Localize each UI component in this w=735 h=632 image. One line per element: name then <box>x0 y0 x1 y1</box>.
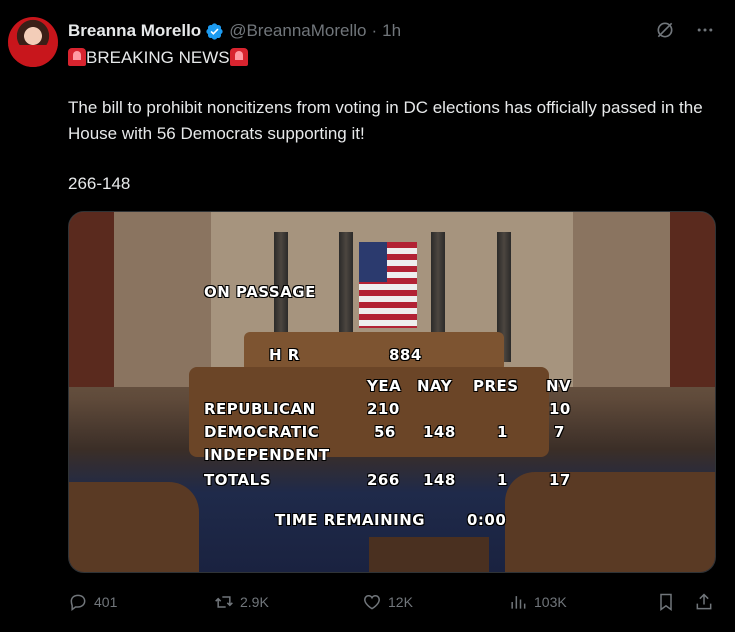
siren-icon <box>68 48 86 66</box>
tweet-header: Breanna Morello @BreannaMorello · 1h <box>68 19 401 43</box>
row-nay: 148 <box>423 471 456 489</box>
share-icon <box>696 593 712 610</box>
row-yea: 210 <box>367 400 400 418</box>
tweet[interactable]: Breanna Morello @BreannaMorello · 1h BRE… <box>0 0 735 632</box>
views-button[interactable]: 103K <box>508 588 567 616</box>
avatar[interactable] <box>8 17 58 67</box>
row-nv: 10 <box>549 400 571 418</box>
action-bar: 401 2.9K 12K 103K <box>68 588 718 616</box>
heart-icon <box>364 594 380 610</box>
row-party: REPUBLICAN <box>204 400 316 418</box>
verified-badge-icon <box>206 22 223 40</box>
view-count: 103K <box>534 594 567 610</box>
repost-button[interactable]: 2.9K <box>214 588 269 616</box>
grok-icon[interactable] <box>655 20 675 44</box>
time-remaining-label: TIME REMAINING <box>275 511 426 529</box>
time-remaining-value: 0:00 <box>467 511 507 529</box>
bookmark-icon <box>660 593 672 611</box>
repost-icon <box>215 596 233 608</box>
row-party: INDEPENDENT <box>204 446 330 464</box>
col-nay: NAY <box>417 377 453 395</box>
video-media[interactable]: ON PASSAGE H R 884 YEA NAY PRES NV REPUB… <box>68 211 716 573</box>
reply-icon <box>70 594 86 611</box>
reply-count: 401 <box>94 594 118 610</box>
body-text: The bill to prohibit noncitizens from vo… <box>68 98 703 143</box>
siren-icon <box>229 48 248 66</box>
row-yea: 266 <box>367 471 400 489</box>
left-desk <box>69 482 199 572</box>
col-yea: YEA <box>367 377 402 395</box>
col-nv: NV <box>546 377 572 395</box>
row-pres: 1 <box>497 423 508 441</box>
more-icon[interactable] <box>695 20 715 44</box>
like-count: 12K <box>388 594 413 610</box>
row-nv: 7 <box>554 423 565 441</box>
share-button[interactable] <box>694 588 714 616</box>
hr-label: H R <box>269 346 300 364</box>
tally-text: 266-148 <box>68 174 131 193</box>
bookmark-button[interactable] <box>656 588 676 616</box>
reply-button[interactable]: 401 <box>68 588 117 616</box>
repost-count: 2.9K <box>240 594 269 610</box>
row-nv: 17 <box>549 471 571 489</box>
analytics-icon <box>511 596 526 609</box>
center-desk <box>369 537 489 572</box>
row-yea: 56 <box>374 423 396 441</box>
author-name[interactable]: Breanna Morello <box>68 21 201 41</box>
col-pres: PRES <box>473 377 519 395</box>
like-button[interactable]: 12K <box>362 588 413 616</box>
row-nay: 148 <box>423 423 456 441</box>
on-passage-label: ON PASSAGE <box>204 283 316 301</box>
headline-text: BREAKING NEWS <box>86 48 230 67</box>
post-time[interactable]: 1h <box>382 21 401 41</box>
header-icons <box>655 20 715 44</box>
hr-number: 884 <box>389 346 422 364</box>
headline-line: BREAKING NEWS <box>68 45 248 71</box>
right-desk <box>505 472 715 572</box>
us-flag <box>359 242 417 328</box>
row-party: TOTALS <box>204 471 272 489</box>
author-handle[interactable]: @BreannaMorello <box>229 21 366 41</box>
row-party: DEMOCRATIC <box>204 423 320 441</box>
row-pres: 1 <box>497 471 508 489</box>
separator-dot: · <box>371 21 378 40</box>
